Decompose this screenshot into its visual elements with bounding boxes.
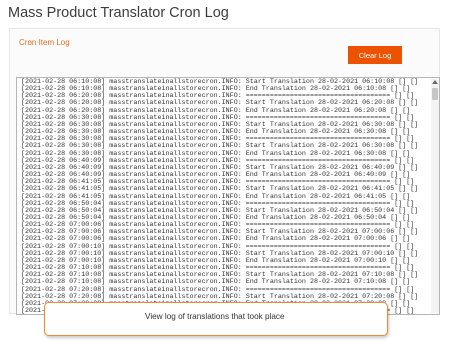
log-scrollbar[interactable] [431,79,439,313]
log-textarea[interactable]: [2021-02-28 06:10:08] masstranslateinall… [16,77,440,315]
clear-log-button[interactable]: Clear Log [348,46,402,64]
callout-tooltip: View log of translations that took place [44,302,388,336]
log-content: [2021-02-28 06:10:08] masstranslateinall… [21,78,418,314]
panel-title: Cron Item Log [19,38,70,47]
scroll-thumb[interactable] [432,88,438,100]
cron-log-panel: Cron Item Log Clear Log [2021-02-28 06:1… [9,28,440,315]
page-title: Mass Product Translator Cron Log [8,5,229,21]
scroll-up-arrow-icon[interactable] [432,80,438,84]
callout-text: View log of translations that took place [145,312,285,321]
